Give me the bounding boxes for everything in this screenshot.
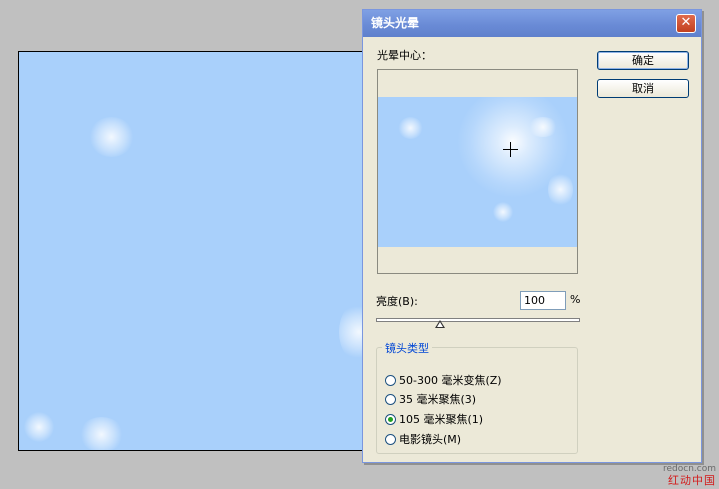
lens-option-50-300[interactable]: 50-300 毫米变焦(Z) [385,372,502,388]
percent-label: % [570,293,581,306]
watermark-name: 红动中国 [668,474,716,487]
brightness-label: 亮度(B): [376,295,418,308]
ok-button[interactable]: 确定 [597,51,689,70]
cloud-shape [398,117,423,139]
radio-button-selected[interactable] [385,413,396,425]
watermark: redocn.com 红动中国 [663,464,716,486]
lens-option-label: 电影镜头(M) [399,433,462,446]
lens-flare-dialog: 镜头光晕 ✕ 光晕中心： 确定 取消 亮度(B): % 镜头类型 50-300 … [362,9,702,463]
radio-button[interactable] [385,393,396,405]
brightness-input[interactable] [520,291,566,310]
cloud-shape [493,202,513,222]
flare-center-label: 光晕中心： [377,49,432,62]
lens-type-title: 镜头类型 [382,340,432,356]
document-canvas[interactable] [18,51,366,451]
crosshair-icon[interactable] [503,142,518,157]
lens-option-35[interactable]: 35 毫米聚焦(3) [385,391,476,407]
cloud-shape [24,412,54,442]
lens-option-movie[interactable]: 电影镜头(M) [385,431,461,447]
lens-option-105[interactable]: 105 毫米聚焦(1) [385,411,483,427]
dialog-titlebar[interactable]: 镜头光晕 [363,10,701,37]
lens-option-label: 35 毫米聚焦(3) [399,393,477,406]
cloud-shape [89,117,134,157]
lens-option-label: 50-300 毫米变焦(Z) [399,374,502,387]
flare-preview[interactable] [377,69,578,274]
dialog-title: 镜头光晕 [371,16,420,30]
preview-image[interactable] [378,97,577,247]
close-button[interactable]: ✕ [676,14,696,33]
radio-button[interactable] [385,374,396,386]
lens-option-label: 105 毫米聚焦(1) [399,413,484,426]
radio-button[interactable] [385,433,396,445]
brightness-slider[interactable] [376,318,580,322]
cloud-shape [79,417,124,450]
cancel-button[interactable]: 取消 [597,79,689,98]
brightness-slider-thumb[interactable] [435,320,445,328]
close-icon: ✕ [680,15,692,30]
